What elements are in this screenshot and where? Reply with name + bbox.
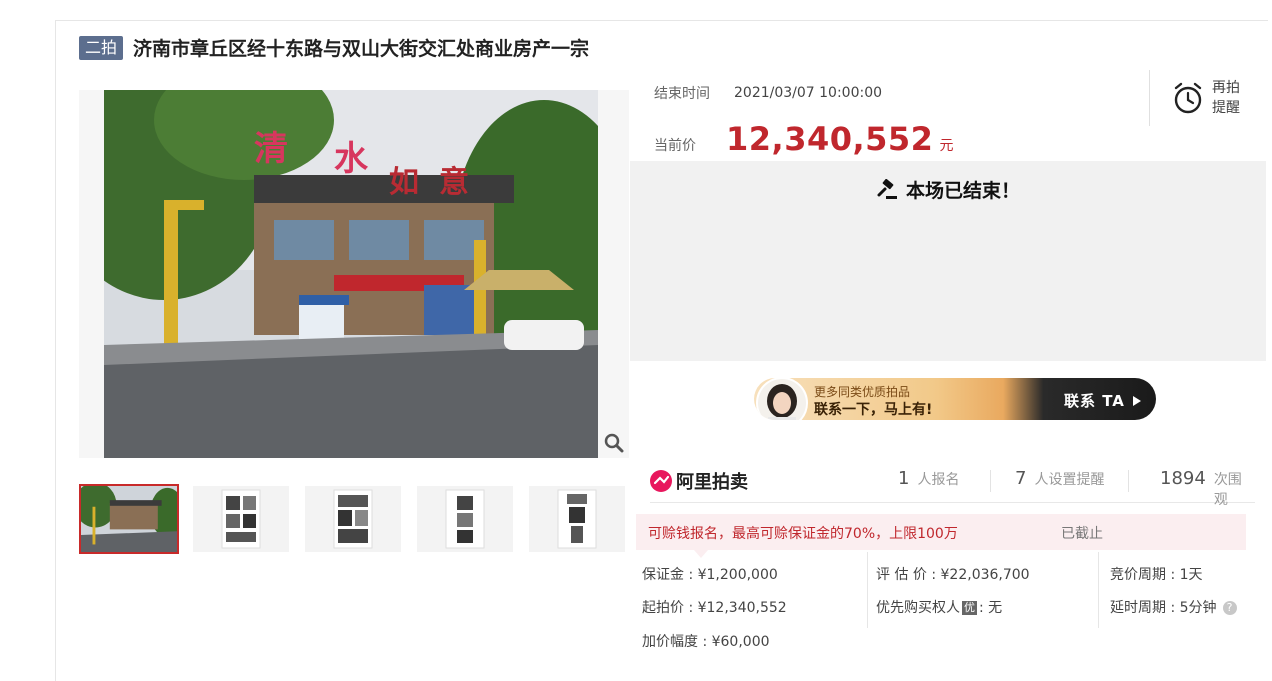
priority-buyer-label: 优先购买权人	[876, 600, 960, 616]
reminder-label-line1: 再拍	[1212, 80, 1240, 96]
alarm-clock-icon	[1174, 82, 1202, 114]
signup-count-number: 1	[898, 468, 910, 489]
bid-increment: 加价幅度 : ¥60,000	[642, 634, 770, 650]
current-price-value: 12,340,552	[726, 120, 934, 158]
item-title: 济南市章丘区经十东路与双山大街交汇处商业房产一宗	[133, 38, 590, 60]
details-divider	[867, 552, 868, 628]
auction-details: 保证金 : ¥1,200,000 起拍价 : ¥12,340,552 加价幅度 …	[642, 552, 1262, 665]
main-photo[interactable]: 清 水 如 意	[104, 90, 598, 458]
priority-buyer-value: : 无	[979, 600, 1003, 616]
notice-pointer	[694, 550, 708, 558]
ali-auction-brand: 阿里拍卖	[676, 472, 748, 493]
auction-ended-message: 本场已结束！	[630, 176, 1266, 203]
contact-cta[interactable]: 联系 TA	[1064, 390, 1142, 411]
magnifier-icon	[604, 433, 624, 453]
view-count-number: 1894	[1160, 468, 1206, 489]
view-count: 1894 次围观	[1160, 468, 1255, 509]
auction-stats-row: 阿里拍卖 1 人报名 7 人设置提醒 1894 次围观	[650, 462, 1255, 508]
reminder-label-line2: 提醒	[1212, 100, 1240, 116]
appraisal-price: 评 估 价 : ¥22,036,700	[876, 567, 1030, 583]
delay-cycle: 延时周期 : 5分钟?	[1110, 597, 1237, 617]
signup-count: 1 人报名	[898, 468, 959, 489]
end-time-value: 2021/03/07 10:00:00	[734, 85, 883, 101]
view-count-unit: 次围观	[1213, 472, 1242, 508]
bid-cycle: 竞价周期 : 1天	[1110, 567, 1203, 583]
auction-info: 结束时间 2021/03/07 10:00:00 当前价 12,340,552 …	[630, 70, 1266, 160]
contact-cta-label: 联系 TA	[1064, 392, 1125, 410]
thumbnail-1-image	[81, 486, 177, 552]
credit-signup-notice: 可赊钱报名，最高可赊保证金的70%，上限100万 已截止	[636, 514, 1246, 558]
promo-text-line1: 更多同类优质拍品	[814, 385, 911, 399]
ended-text: 本场已结束！	[905, 180, 1020, 202]
credit-signup-text: 可赊钱报名，最高可赊保证金的70%，上限100万	[648, 526, 958, 542]
price-unit: 元	[939, 138, 954, 154]
priority-badge: 优	[962, 601, 977, 615]
reminder-count: 7 人设置提醒	[1015, 468, 1104, 489]
re-auction-reminder-button[interactable]: 再拍 提醒	[1149, 70, 1267, 126]
thumbnail-1[interactable]	[79, 484, 179, 554]
thumbnail-4[interactable]	[417, 486, 513, 552]
promo-text-line2: 联系一下，马上有!	[814, 402, 933, 418]
credit-signup-status: 已截止	[1061, 526, 1103, 542]
end-time-row: 结束时间 2021/03/07 10:00:00	[654, 83, 882, 103]
auction-round-badge: 二拍	[79, 35, 124, 60]
current-price-label: 当前价	[654, 138, 696, 154]
start-price: 起拍价 : ¥12,340,552	[642, 600, 787, 616]
thumbnail-3[interactable]	[305, 486, 401, 552]
reminder-count-unit: 人设置提醒	[1034, 472, 1105, 488]
delay-cycle-text: 延时周期 : 5分钟	[1110, 600, 1217, 616]
ali-auction-logo: 阿里拍卖	[650, 468, 748, 494]
thumbnail-4-image	[417, 486, 513, 552]
zoom-button[interactable]	[599, 428, 629, 458]
current-price-row: 当前价 12,340,552 元	[654, 120, 953, 158]
promo-area: 更多同类优质拍品 联系一下，马上有! 联系 TA	[636, 362, 1264, 438]
svg-text:如: 如	[389, 165, 419, 200]
main-photo-area: 清 水 如 意	[79, 90, 629, 458]
thumbnail-5-image	[529, 486, 625, 552]
title-row: 二拍 济南市章丘区经十东路与双山大街交汇处商业房产一宗	[79, 34, 589, 61]
ali-auction-logo-icon	[650, 470, 672, 492]
thumbnail-3-image	[305, 486, 401, 552]
gavel-icon	[877, 178, 897, 199]
svg-text:清: 清	[254, 129, 288, 169]
thumbnail-2[interactable]	[193, 486, 289, 552]
auction-status-panel: 本场已结束！	[630, 161, 1266, 361]
reminder-count-number: 7	[1015, 468, 1027, 489]
agent-avatar	[756, 378, 808, 420]
svg-text:意: 意	[439, 165, 469, 200]
stats-divider	[1128, 470, 1129, 492]
priority-buyer: 优先购买权人优: 无	[876, 597, 1002, 617]
reminder-label: 再拍 提醒	[1212, 78, 1240, 118]
thumbnail-strip	[79, 484, 641, 554]
triangle-right-icon	[1133, 396, 1142, 406]
question-circle-icon[interactable]: ?	[1222, 601, 1237, 615]
svg-text:水: 水	[334, 139, 369, 179]
thumbnail-5[interactable]	[529, 486, 625, 552]
contact-promo-banner[interactable]: 更多同类优质拍品 联系一下，马上有! 联系 TA	[754, 378, 1156, 420]
end-time-label: 结束时间	[654, 86, 710, 102]
agent-avatar-image	[758, 379, 806, 420]
thumbnail-2-image	[193, 486, 289, 552]
stats-divider	[990, 470, 991, 492]
details-divider	[1098, 552, 1099, 628]
signup-count-unit: 人报名	[917, 472, 960, 488]
deposit: 保证金 : ¥1,200,000	[642, 567, 778, 583]
